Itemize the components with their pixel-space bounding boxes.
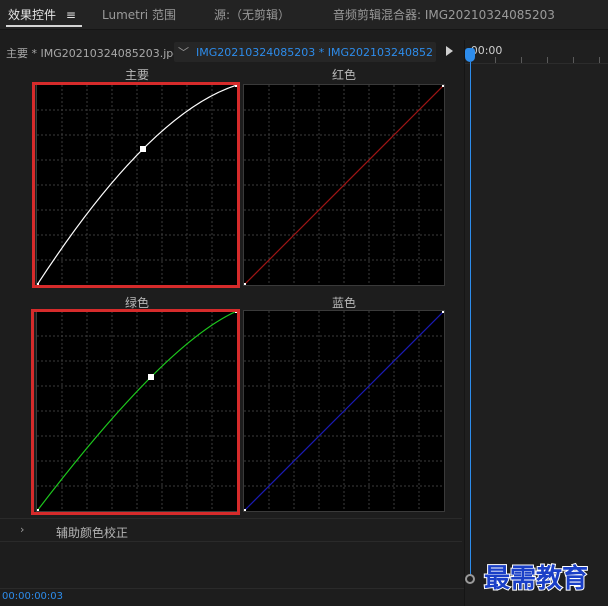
sequence-clip-dropdown[interactable]: ﹀ IMG20210324085203 * IMG20210324085203.… bbox=[174, 42, 436, 62]
curve-title-red: 红色 bbox=[331, 68, 356, 82]
active-tab-indicator bbox=[6, 25, 82, 27]
bottom-status-bar: 00:00:00:03 bbox=[0, 588, 464, 606]
curve-title-green: 绿色 bbox=[124, 296, 149, 310]
curve-graph-master[interactable] bbox=[36, 84, 238, 286]
sequence-clip-label: IMG20210324085203 * IMG20210324085203... bbox=[196, 46, 432, 59]
curve-endpoint-handle[interactable] bbox=[235, 85, 237, 87]
curve-control-point[interactable] bbox=[148, 374, 154, 380]
curve-endpoint-handle[interactable] bbox=[442, 85, 444, 87]
curve-svg-green bbox=[37, 311, 237, 511]
curve-svg-master bbox=[37, 85, 237, 285]
curve-endpoint-handle[interactable] bbox=[442, 311, 444, 313]
timeline-ruler[interactable]: :00:00 bbox=[465, 40, 608, 64]
timeline-zoom-knob[interactable] bbox=[465, 574, 475, 584]
playhead-line[interactable] bbox=[470, 62, 471, 576]
ruler-tick bbox=[573, 57, 574, 63]
ruler-tick bbox=[521, 57, 522, 63]
clip-selector-bar: 主要 * IMG20210324085203.jpg ﹀ IMG20210324… bbox=[0, 40, 464, 64]
mini-timeline[interactable]: :00:00 bbox=[464, 40, 608, 606]
curve-endpoint-handle[interactable] bbox=[37, 283, 39, 285]
curve-graph-blue[interactable] bbox=[243, 310, 445, 512]
tab-effect-controls[interactable]: 效果控件 ≡ bbox=[8, 6, 76, 23]
curve-svg-blue bbox=[244, 311, 444, 511]
show-timeline-arrow-icon[interactable] bbox=[446, 46, 453, 56]
playhead-handle[interactable] bbox=[465, 48, 475, 62]
master-clip-label[interactable]: 主要 * IMG20210324085203.jpg bbox=[6, 45, 180, 61]
ruler-tick bbox=[599, 57, 600, 63]
curve-control-point[interactable] bbox=[140, 146, 146, 152]
tab-effect-controls-label: 效果控件 bbox=[8, 8, 57, 22]
panel-tab-bar: 效果控件 ≡ Lumetri 范围 源:（无剪辑） 音频剪辑混合器: IMG20… bbox=[0, 0, 608, 30]
secondary-color-correction-row[interactable]: › 辅助颜色校正 bbox=[0, 518, 462, 542]
curve-title-master: 主要 bbox=[124, 68, 149, 82]
curve-endpoint-handle[interactable] bbox=[244, 283, 246, 285]
curve-title-blue: 蓝色 bbox=[331, 296, 356, 310]
ruler-tick bbox=[495, 57, 496, 63]
curve-graph-red[interactable] bbox=[243, 84, 445, 286]
chevron-down-icon: ﹀ bbox=[178, 46, 189, 59]
ruler-tick bbox=[547, 57, 548, 63]
panel-menu-icon[interactable]: ≡ bbox=[66, 8, 76, 22]
curve-graph-green[interactable] bbox=[36, 310, 238, 512]
curve-endpoint-handle[interactable] bbox=[244, 509, 246, 511]
tab-lumetri-scopes[interactable]: Lumetri 范围 bbox=[102, 6, 176, 23]
current-timecode[interactable]: 00:00:00:03 bbox=[2, 591, 63, 602]
curve-endpoint-handle[interactable] bbox=[37, 509, 39, 511]
tab-audio-clip-mixer[interactable]: 音频剪辑混合器: IMG20210324085203 bbox=[333, 6, 555, 23]
secondary-color-correction-label: 辅助颜色校正 bbox=[56, 526, 129, 540]
curve-svg-red bbox=[244, 85, 444, 285]
watermark-logo: 最需教育 bbox=[483, 563, 589, 595]
curve-endpoint-handle[interactable] bbox=[235, 311, 237, 313]
tab-source[interactable]: 源:（无剪辑） bbox=[214, 6, 290, 23]
chevron-right-icon[interactable]: › bbox=[20, 523, 24, 536]
